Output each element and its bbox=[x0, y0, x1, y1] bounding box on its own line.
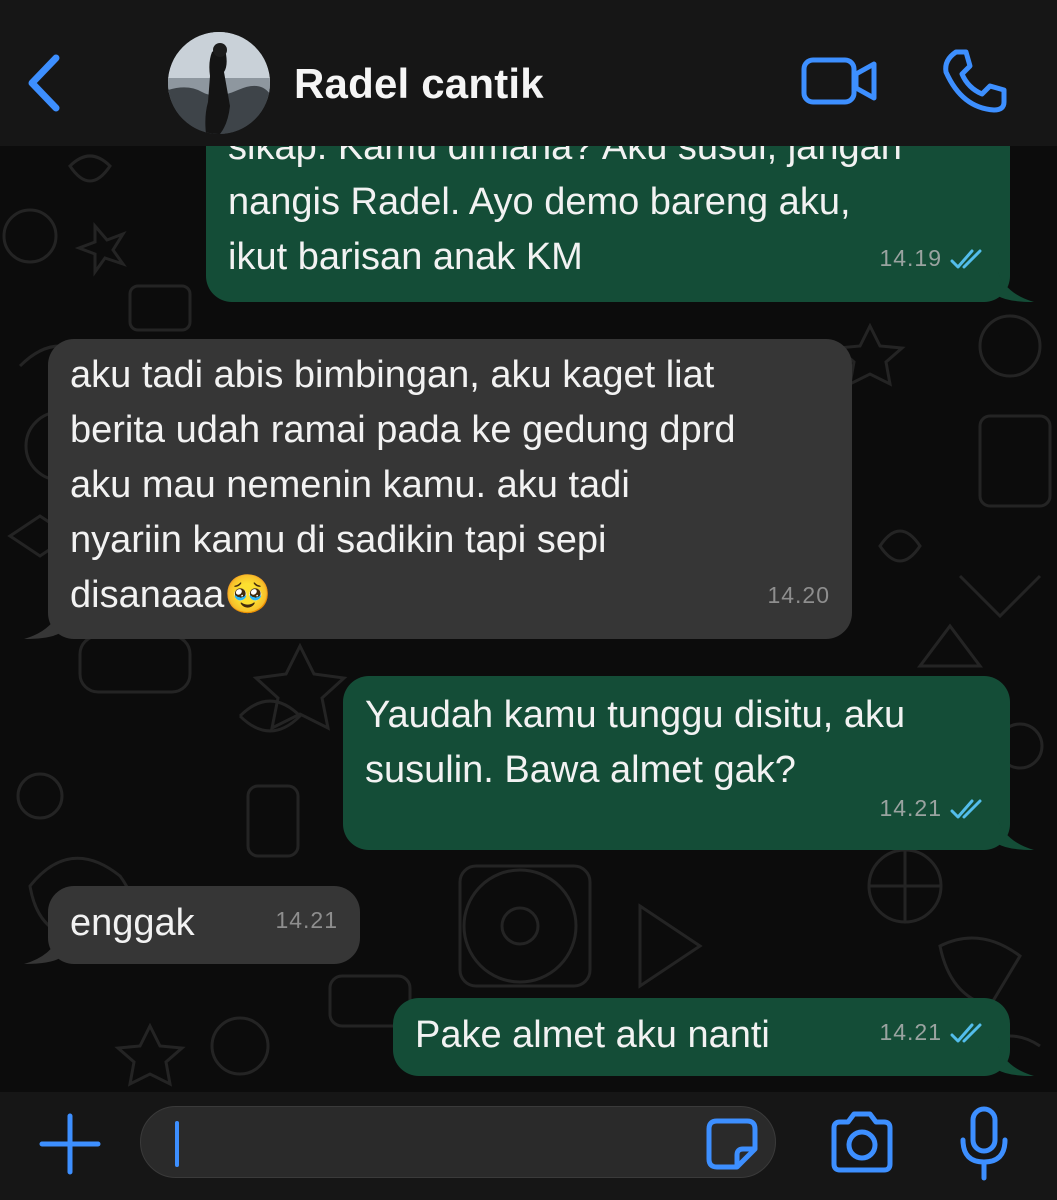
message-bubble-incoming[interactable]: aku tadi abis bimbingan, aku kaget liat … bbox=[48, 339, 852, 639]
double-check-read-icon bbox=[950, 1023, 982, 1042]
message-time: 14.21 bbox=[879, 1019, 942, 1045]
voice-call-button[interactable] bbox=[938, 46, 1010, 116]
contact-name[interactable]: Radel cantik bbox=[294, 60, 544, 108]
message-text: aku tadi abis bimbingan, aku kaget liat … bbox=[70, 354, 736, 616]
message-text: Pake almet aku nanti bbox=[415, 1014, 770, 1056]
message-text: Yaudah kamu tunggu disitu, aku susulin. … bbox=[365, 694, 906, 791]
message-meta: 14.21 bbox=[879, 1005, 988, 1060]
video-call-button[interactable] bbox=[800, 52, 880, 112]
chat-header: Radel cantik bbox=[0, 0, 1057, 146]
bubble-tail bbox=[24, 609, 60, 639]
message-bubble-outgoing[interactable]: Pake almet aku nanti 14.21 bbox=[393, 998, 1010, 1076]
message-meta: 14.21 bbox=[275, 893, 338, 948]
message-input[interactable] bbox=[171, 1117, 691, 1169]
double-check-read-icon bbox=[950, 249, 982, 268]
bubble-tail bbox=[998, 1046, 1034, 1076]
message-time: 14.21 bbox=[275, 907, 338, 933]
microphone-icon bbox=[960, 1106, 1008, 1181]
bubble-tail bbox=[998, 820, 1034, 850]
composer-bar bbox=[0, 1092, 1057, 1200]
contact-avatar[interactable] bbox=[168, 32, 270, 134]
camera-icon bbox=[831, 1111, 893, 1173]
sticker-button[interactable] bbox=[703, 1115, 761, 1173]
pleading-face-emoji: 🥹 bbox=[224, 574, 272, 616]
video-camera-icon bbox=[801, 57, 877, 105]
message-time: 14.21 bbox=[879, 795, 942, 821]
attach-button[interactable] bbox=[38, 1112, 102, 1176]
phone-icon bbox=[943, 49, 1007, 113]
message-meta: 14.19 bbox=[879, 231, 988, 286]
bubble-tail bbox=[24, 934, 60, 964]
message-time: 14.20 bbox=[767, 582, 830, 608]
message-text: sikap. Kamu dimana? Aku susul, jangan na… bbox=[228, 146, 902, 278]
message-meta: 14.20 bbox=[767, 568, 830, 623]
message-bubble-incoming[interactable]: enggak 14.21 bbox=[48, 886, 360, 964]
message-input-field[interactable] bbox=[140, 1106, 776, 1178]
back-button[interactable] bbox=[18, 48, 78, 118]
message-bubble-outgoing[interactable]: sikap. Kamu dimana? Aku susul, jangan na… bbox=[206, 146, 1010, 302]
chevron-left-icon bbox=[28, 54, 60, 112]
camera-button[interactable] bbox=[828, 1110, 896, 1174]
message-meta: 14.21 bbox=[879, 781, 988, 836]
message-text: enggak bbox=[70, 902, 195, 944]
message-time: 14.19 bbox=[879, 245, 942, 271]
bubble-tail bbox=[998, 272, 1034, 302]
double-check-read-icon bbox=[950, 799, 982, 818]
avatar-photo bbox=[168, 32, 270, 134]
message-bubble-outgoing[interactable]: Yaudah kamu tunggu disitu, aku susulin. … bbox=[343, 676, 1010, 850]
microphone-button[interactable] bbox=[958, 1106, 1010, 1182]
message-list[interactable]: sikap. Kamu dimana? Aku susul, jangan na… bbox=[0, 146, 1057, 1092]
plus-icon bbox=[39, 1113, 101, 1175]
sticker-icon bbox=[706, 1118, 758, 1170]
